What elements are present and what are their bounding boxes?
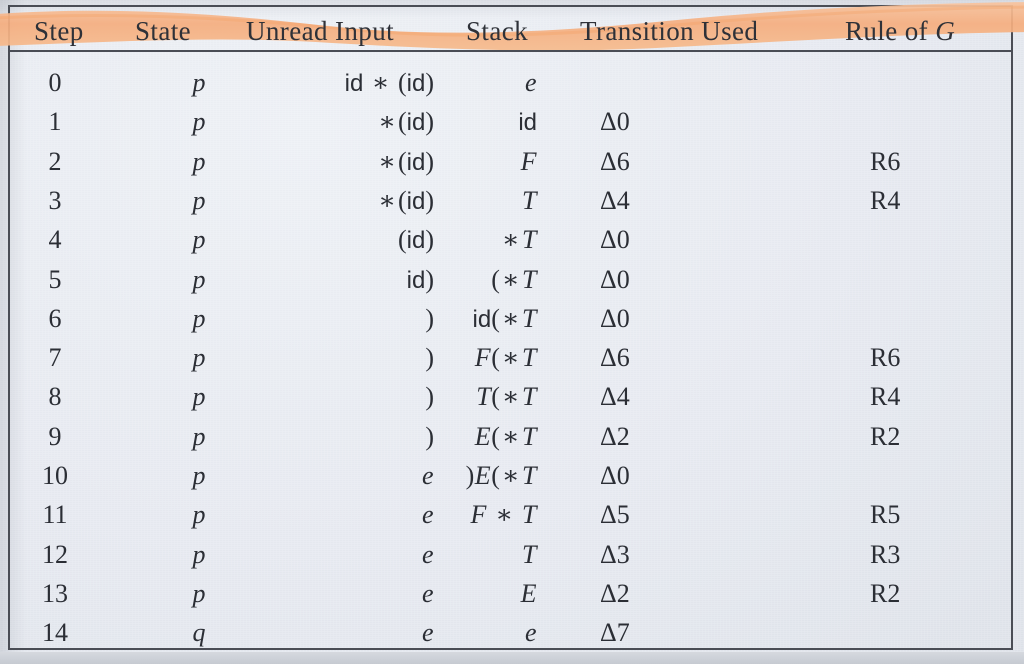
column-header-unread-input: Unread Input <box>246 16 395 46</box>
cell-transition: Δ4 <box>600 185 630 215</box>
column-header-rule-of-g: Rule of G <box>845 16 955 46</box>
cell-step: 11 <box>42 500 68 530</box>
table-row: 10 p e)E(∗T Δ0 <box>0 461 1024 491</box>
cell-transition: Δ4 <box>600 382 630 412</box>
cell-transition: Δ6 <box>600 343 630 373</box>
column-header-state: State <box>135 16 191 46</box>
table-row: 11 p e F ∗ T Δ5 R5 <box>0 500 1024 530</box>
cell-transition: Δ2 <box>600 421 630 451</box>
cell-step: 8 <box>48 382 62 412</box>
cell-rule: R5 <box>870 500 901 530</box>
table-row: 8 p) T(∗T Δ4 R4 <box>0 382 1024 412</box>
cell-stack: T <box>522 185 537 215</box>
cell-step: 9 <box>48 421 62 451</box>
table-row: 3 p ∗(id) T Δ4 R4 <box>0 186 1024 216</box>
cell-transition: Δ6 <box>600 146 630 176</box>
cell-stack: ∗T <box>501 225 537 255</box>
cell-rule: R4 <box>870 185 901 215</box>
cell-transition: Δ5 <box>600 500 630 530</box>
cell-step: 6 <box>48 303 62 333</box>
column-header-stack: Stack <box>466 16 528 46</box>
table-row: 0 p id ∗ (id) e <box>0 68 1024 98</box>
cell-rule: R4 <box>870 382 901 412</box>
cell-stack: E <box>520 578 537 608</box>
cell-stack: id(∗T <box>472 303 537 333</box>
column-header-transition-used: Transition Used <box>580 16 759 46</box>
cell-transition: Δ0 <box>600 461 630 490</box>
cell-stack: F(∗T <box>474 343 537 373</box>
cell-transition: Δ0 <box>600 225 630 255</box>
cell-stack: T <box>522 539 537 569</box>
cell-stack: T(∗T <box>476 382 537 412</box>
cell-stack: F ∗ T <box>470 500 537 530</box>
cell-stack: e <box>524 618 537 648</box>
cell-step: 14 <box>42 618 68 648</box>
column-header-rule-of-g-text: Rule of <box>845 16 936 46</box>
cell-stack: E(∗T <box>474 421 537 451</box>
cell-step: 2 <box>48 146 62 176</box>
cell-rule: R2 <box>870 421 901 451</box>
cell-step: 1 <box>48 107 62 137</box>
cell-rule: R3 <box>870 539 901 569</box>
cell-rule: R6 <box>870 146 901 176</box>
cell-stack: F <box>520 146 537 176</box>
cell-step: 0 <box>48 68 62 97</box>
cell-step: 13 <box>42 578 68 608</box>
table-row: 6 p) id(∗T Δ0 <box>0 304 1024 334</box>
cell-rule: R2 <box>870 578 901 608</box>
cell-step: 5 <box>48 264 62 294</box>
column-header-step: Step <box>34 16 84 46</box>
table-row: 9 p) E(∗T Δ2 R2 <box>0 422 1024 452</box>
cell-transition: Δ0 <box>600 264 630 294</box>
cell-step: 4 <box>48 225 62 255</box>
grammar-symbol-g: G <box>935 16 956 46</box>
table-row: 14 q e e Δ7 <box>0 618 1024 648</box>
cell-step: 12 <box>42 539 68 569</box>
table-row: 2 p ∗(id) F Δ6 R6 <box>0 147 1024 177</box>
scanned-page: Step State Unread Input Stack Transition… <box>0 0 1024 664</box>
cell-step: 3 <box>48 185 62 215</box>
cell-step: 10 <box>42 461 68 490</box>
table-content: Step State Unread Input Stack Transition… <box>0 0 1024 664</box>
cell-stack: (∗T <box>491 264 537 294</box>
cell-stack: id <box>518 109 537 137</box>
cell-step: 7 <box>48 343 62 373</box>
cell-transition: Δ0 <box>600 303 630 333</box>
table-row: 13 p e E Δ2 R2 <box>0 579 1024 609</box>
cell-transition: Δ2 <box>600 578 630 608</box>
table-row: 4 p (id) ∗T Δ0 <box>0 225 1024 255</box>
table-row: 12 p e T Δ3 R3 <box>0 540 1024 570</box>
cell-rule: R6 <box>870 343 901 373</box>
cell-transition: Δ0 <box>600 107 630 137</box>
cell-stack: )E(∗T <box>465 461 537 490</box>
cell-stack: e <box>524 68 537 97</box>
table-row: 1 p ∗(id) id Δ0 <box>0 107 1024 137</box>
table-row: 5 p id) (∗T Δ0 <box>0 265 1024 295</box>
table-row: 7 p) F(∗T Δ6 R6 <box>0 343 1024 373</box>
cell-transition: Δ7 <box>600 618 630 648</box>
cell-transition: Δ3 <box>600 539 630 569</box>
